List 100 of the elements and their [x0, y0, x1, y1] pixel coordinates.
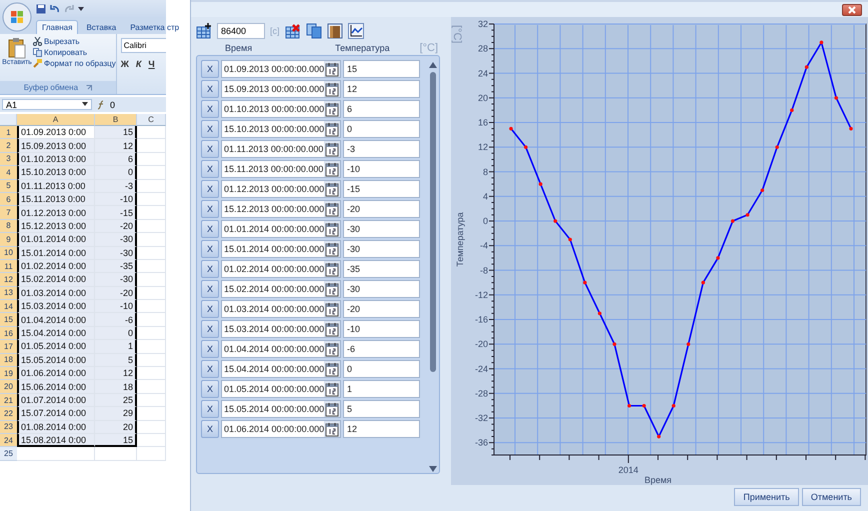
row-number[interactable]: 20 — [0, 380, 17, 394]
delete-row-button[interactable]: X — [201, 160, 219, 178]
format-painter-button[interactable]: Формат по образцу — [33, 59, 116, 68]
value-field[interactable]: 12 — [343, 420, 420, 438]
row-number[interactable]: 21 — [0, 394, 17, 408]
cut-button[interactable]: Вырезать — [33, 37, 116, 46]
interval-field[interactable]: 86400 — [217, 23, 265, 39]
row-number[interactable]: 1 — [0, 126, 17, 140]
delete-row-button[interactable]: X — [201, 120, 219, 138]
date-field[interactable]: 01.12.2013 00:00:00.000 — [221, 180, 341, 198]
value-field[interactable]: 6 — [343, 100, 420, 118]
calendar-icon[interactable] — [324, 81, 340, 97]
calendar-icon[interactable] — [324, 341, 340, 357]
calendar-icon[interactable] — [324, 61, 340, 77]
row-number[interactable]: 7 — [0, 206, 17, 220]
date-field[interactable]: 15.09.2013 00:00:00.000 — [221, 80, 341, 98]
close-button[interactable] — [842, 4, 862, 16]
value-field[interactable]: 5 — [343, 400, 420, 418]
ribbon-tab[interactable]: Разметка стр — [124, 20, 186, 34]
row-number[interactable]: 8 — [0, 220, 17, 234]
underline-button[interactable]: Ч — [148, 59, 155, 69]
row-number[interactable]: 13 — [0, 286, 17, 300]
calendar-icon[interactable] — [324, 241, 340, 257]
calendar-icon[interactable] — [324, 301, 340, 317]
value-field[interactable]: -20 — [343, 300, 420, 318]
value-field[interactable]: -35 — [343, 260, 420, 278]
ribbon-tab[interactable]: Вставка — [80, 20, 122, 34]
date-field[interactable]: 01.09.2013 00:00:00.000 — [221, 60, 341, 78]
delete-row-button[interactable]: X — [201, 180, 219, 198]
value-field[interactable]: -6 — [343, 340, 420, 358]
row-number[interactable]: 19 — [0, 367, 17, 380]
delete-row-button[interactable]: X — [201, 100, 219, 118]
copy-icon[interactable] — [306, 23, 322, 39]
calendar-icon[interactable] — [324, 201, 340, 217]
delete-row-button[interactable]: X — [201, 400, 219, 418]
name-box[interactable]: A1 — [2, 99, 92, 110]
font-name-field[interactable]: Calibri — [120, 38, 166, 53]
date-field[interactable]: 01.11.2013 00:00:00.000 — [221, 140, 341, 158]
date-field[interactable]: 01.10.2013 00:00:00.000 — [221, 100, 341, 118]
row-number[interactable]: 15 — [0, 313, 17, 327]
value-field[interactable]: -10 — [343, 320, 420, 338]
add-row-icon[interactable] — [196, 23, 212, 39]
date-field[interactable]: 01.04.2014 00:00:00.000 — [221, 340, 341, 358]
date-field[interactable]: 01.06.2014 00:00:00.000 — [221, 420, 341, 438]
value-field[interactable]: -20 — [343, 200, 420, 218]
calendar-icon[interactable] — [324, 321, 340, 337]
value-field[interactable]: 12 — [343, 80, 420, 98]
bold-button[interactable]: Ж — [120, 59, 129, 69]
calendar-icon[interactable] — [324, 281, 340, 297]
delete-row-button[interactable]: X — [201, 380, 219, 398]
date-field[interactable]: 01.02.2014 00:00:00.000 — [221, 260, 341, 278]
row-number[interactable]: 6 — [0, 192, 17, 206]
value-field[interactable]: 1 — [343, 380, 420, 398]
row-number[interactable]: 5 — [0, 180, 17, 193]
value-field[interactable]: -10 — [343, 160, 420, 178]
dropdown-icon[interactable] — [82, 102, 88, 107]
column-header[interactable]: C — [137, 114, 166, 126]
delete-row-button[interactable]: X — [201, 420, 219, 438]
row-number[interactable]: 17 — [0, 340, 17, 354]
save-icon[interactable] — [36, 4, 46, 14]
date-field[interactable]: 01.03.2014 00:00:00.000 — [221, 300, 341, 318]
delete-row-button[interactable]: X — [201, 320, 219, 338]
undo-icon[interactable] — [50, 4, 60, 14]
date-field[interactable]: 01.05.2014 00:00:00.000 — [221, 380, 341, 398]
row-number[interactable]: 4 — [0, 166, 17, 180]
dialog-button[interactable]: Применить — [734, 488, 799, 506]
column-header[interactable]: A — [17, 114, 95, 126]
calendar-icon[interactable] — [324, 401, 340, 417]
value-field[interactable]: -30 — [343, 280, 420, 298]
delete-row-button[interactable]: X — [201, 260, 219, 278]
row-number[interactable]: 24 — [0, 434, 17, 448]
chart-icon[interactable] — [348, 23, 364, 39]
delete-row-button[interactable]: X — [201, 340, 219, 358]
delete-table-icon[interactable] — [284, 23, 301, 39]
delete-row-button[interactable]: X — [201, 80, 219, 98]
value-field[interactable]: 0 — [343, 120, 420, 138]
date-field[interactable]: 15.04.2014 00:00:00.000 — [221, 360, 341, 378]
calendar-icon[interactable] — [324, 381, 340, 397]
calendar-icon[interactable] — [324, 141, 340, 157]
row-number[interactable]: 22 — [0, 407, 17, 421]
row-number[interactable]: 16 — [0, 326, 17, 340]
delete-row-button[interactable]: X — [201, 60, 219, 78]
calendar-icon[interactable] — [324, 181, 340, 197]
date-field[interactable]: 15.03.2014 00:00:00.000 — [221, 320, 341, 338]
delete-row-button[interactable]: X — [201, 240, 219, 258]
row-number[interactable]: 14 — [0, 300, 17, 314]
date-field[interactable]: 01.01.2014 00:00:00.000 — [221, 220, 341, 238]
ribbon-tab[interactable]: Главная — [36, 20, 78, 34]
corner-cell[interactable] — [0, 114, 17, 126]
row-number[interactable]: 12 — [0, 273, 17, 287]
value-field[interactable]: 15 — [343, 60, 420, 78]
calendar-icon[interactable] — [324, 361, 340, 377]
calendar-icon[interactable] — [324, 101, 340, 117]
row-number[interactable]: 9 — [0, 233, 17, 247]
calendar-icon[interactable] — [324, 421, 340, 437]
value-field[interactable]: -30 — [343, 220, 420, 238]
calendar-icon[interactable] — [324, 121, 340, 137]
copy-button[interactable]: Копировать — [33, 48, 116, 57]
date-field[interactable]: 15.12.2013 00:00:00.000 — [221, 200, 341, 218]
date-field[interactable]: 15.02.2014 00:00:00.000 — [221, 280, 341, 298]
